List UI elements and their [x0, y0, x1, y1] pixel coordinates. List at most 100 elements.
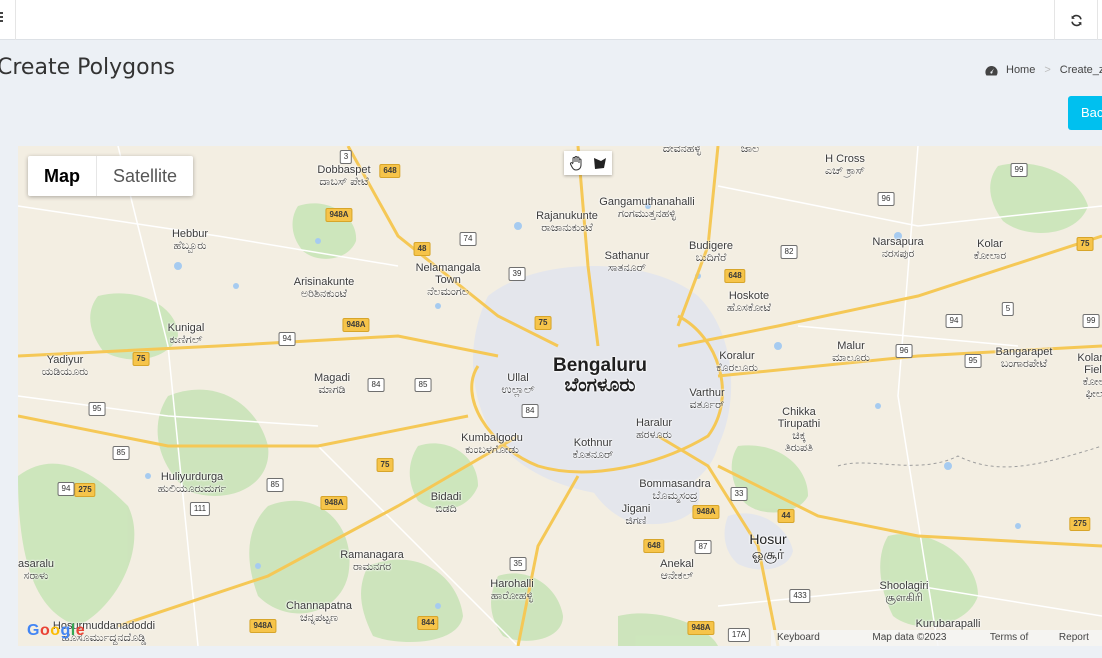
place-local-name: ಕುಂಬಳಗೋಡು	[465, 444, 519, 456]
place-label-shoolagiri: Shoolagiri சூளகிரி	[880, 580, 929, 604]
map-canvas[interactable]: Map Satellite Dobbaspet ದಾಬಸ್ ಪೇಟೆ Hebbur ಹ…	[18, 146, 1102, 646]
place-local-name: ಬಂಗಾರಪೇಟೆ	[1000, 358, 1048, 370]
road-shield: 948A	[249, 619, 277, 633]
place-name: Kumbalgodu	[461, 432, 523, 444]
place-label-channapatna: Channapatna ಚನ್ನಪಟ್ಟಣ	[286, 600, 352, 624]
place-name: Kothnur	[573, 437, 613, 449]
place-name: Channapatna	[285, 600, 353, 612]
polygon-draw-icon	[594, 158, 606, 169]
place-local-name: ಬೆಂಗಳೂರು	[564, 375, 636, 396]
road-shield: 84	[367, 378, 385, 392]
breadcrumb-current: Create_z	[1059, 64, 1102, 76]
road-shield: 275	[1069, 517, 1091, 531]
road-shield: 44	[777, 509, 795, 523]
place-label-jigani: Jigani ಜಿಗಣಿ	[622, 503, 651, 527]
place-local-name: ಬಿಡದಿ	[435, 503, 457, 515]
place-name: Yadiyur	[46, 354, 84, 366]
place-local-name: ಹೊಸಕೋಟೆ	[726, 302, 772, 314]
place-name: Anekal	[660, 558, 694, 570]
top-navbar	[0, 0, 1102, 40]
keyboard-shortcuts-link[interactable]: Keyboard shortcuts	[771, 630, 866, 646]
polygon-draw-button[interactable]	[588, 151, 612, 175]
report-error-link[interactable]: Report a	[1053, 630, 1102, 646]
road-shield: 85	[266, 478, 284, 492]
hand-tool-button[interactable]	[564, 151, 588, 175]
place-label-malur: Malur ಮಾಲೂರು	[832, 340, 870, 364]
place-local-name: ಮಾಲೂರು	[832, 352, 870, 364]
place-label-haralur: Haralur ಹರಳೂರು	[636, 417, 672, 441]
place-local-name: ಮಾಗಡಿ	[318, 384, 346, 396]
place-label-hoskote: Hoskote ಹೊಸಕೋಟೆ	[727, 290, 771, 314]
place-label-topvillage: ದೇವನಹಳ್ಳಿ	[663, 146, 701, 155]
place-label-kumbalgodu: Kumbalgodu ಕುಂಬಳಗೋಡು	[461, 432, 523, 456]
road-shield: 84	[521, 404, 539, 418]
breadcrumb-separator: >	[1044, 64, 1051, 76]
road-shield: 74	[459, 232, 477, 246]
place-label-kolargold: Kolar G Fieldಕೋಲಾ ಫೀಲ್	[1077, 352, 1102, 400]
place-local-name: ನೆಲಮಂಗಲ	[427, 286, 469, 298]
hamburger-icon[interactable]	[0, 0, 16, 40]
place-name: H Cross	[825, 153, 865, 165]
place-label-chikkatirupati: Chikka Tirupathi ಚಿಕ್ಕ ತಿರುಪತಿ	[778, 406, 820, 454]
road-shield: 94	[278, 332, 296, 346]
refresh-button[interactable]	[1054, 0, 1098, 40]
place-local-name: ವರ್ತೂರ್	[689, 399, 725, 411]
dashboard-icon	[985, 65, 998, 76]
place-label-harohalli: Harohalli ಹಾರೋಹಳ್ಳಿ	[490, 578, 533, 602]
place-name: Koralur	[719, 350, 755, 362]
place-label-topjalige: ಜಾಲ	[741, 146, 759, 155]
road-shield: 948A	[320, 496, 348, 510]
map-data-text: Map data ©2023 Google	[872, 632, 947, 643]
place-name: Narsapura	[872, 236, 924, 248]
road-shield: 948A	[325, 208, 353, 222]
road-shield: 96	[895, 344, 913, 358]
place-label-narsapura: Narsapura ನರಸಪುರ	[872, 236, 923, 260]
place-name: Rajanukunte	[536, 210, 598, 222]
place-local-name: ಕೋಲಾರ	[973, 250, 1007, 262]
place-name: Harohalli	[490, 578, 534, 590]
place-name: Malur	[837, 340, 865, 352]
place-name: Gangamuthanahalli	[599, 196, 695, 208]
place-local-name: சூளகிரி	[885, 592, 923, 604]
place-name: Hosur	[749, 531, 787, 547]
road-shield: 94	[57, 482, 75, 496]
place-name: Kunigal	[167, 322, 205, 334]
road-shield: 75	[376, 458, 394, 472]
place-label-hebbur: Hebbur ಹೆಬ್ಬೂರು	[172, 228, 208, 252]
place-name: Bommasandra	[639, 478, 711, 490]
road-shield: 94	[945, 314, 963, 328]
place-local-name: ಗಂಗಮುತ್ತನಹಳ್ಳಿ	[618, 208, 676, 220]
breadcrumb-home[interactable]: Home	[1006, 64, 1035, 76]
road-shield: 35	[509, 557, 527, 571]
road-shield: 85	[112, 446, 130, 460]
road-shield: 948A	[342, 318, 370, 332]
place-name: Kolar	[977, 238, 1003, 250]
place-label-bommasandra: Bommasandra ಬೊಮ್ಮಸಂದ್ರ	[639, 478, 711, 502]
road-shield: 17A	[727, 628, 751, 642]
place-label-bangarapet: Bangarapet ಬಂಗಾರಪೇಟೆ	[996, 346, 1053, 370]
place-local-name: ಬುದಿಗೆರೆ	[695, 252, 727, 264]
terms-of-use-link[interactable]: Terms of Use	[984, 630, 1053, 646]
place-name: Sathanur	[604, 250, 650, 262]
map-type-map-button[interactable]: Map	[28, 156, 97, 196]
place-local-name: ಚಿಕ್ಕ ತಿರುಪತಿ	[784, 430, 814, 454]
place-label-kolar: Kolar ಕೋಲಾರ	[974, 238, 1006, 262]
road-shield: 648	[724, 269, 746, 283]
place-local-name: ನರಸಪುರ	[881, 248, 915, 260]
road-shield: 75	[132, 352, 150, 366]
place-name: Haralur	[635, 417, 673, 429]
road-shield: 844	[417, 616, 439, 630]
place-name: Ullal	[507, 372, 529, 384]
road-shield: 948A	[692, 505, 720, 519]
back-button[interactable]: Back	[1068, 96, 1102, 130]
place-name: ಜಾಲ	[740, 146, 760, 155]
place-name: Nelamangala Town	[415, 262, 481, 286]
place-label-ullal: Ullal ಉಲ್ಲಾಲ್	[501, 372, 534, 396]
road-shield: 75	[534, 316, 552, 330]
road-shield: 99	[1010, 163, 1028, 177]
road-shield: 648	[379, 164, 401, 178]
place-label-huliyurdurga: Huliyurdurga ಹುಲಿಯೂರುದುರ್ಗ	[158, 471, 227, 495]
place-label-dobbaspet: Dobbaspet ದಾಬಸ್ ಪೇಟೆ	[317, 164, 370, 188]
map-type-satellite-button[interactable]: Satellite	[97, 156, 193, 196]
place-local-name: ಆನೇಕಲ್	[660, 570, 694, 582]
